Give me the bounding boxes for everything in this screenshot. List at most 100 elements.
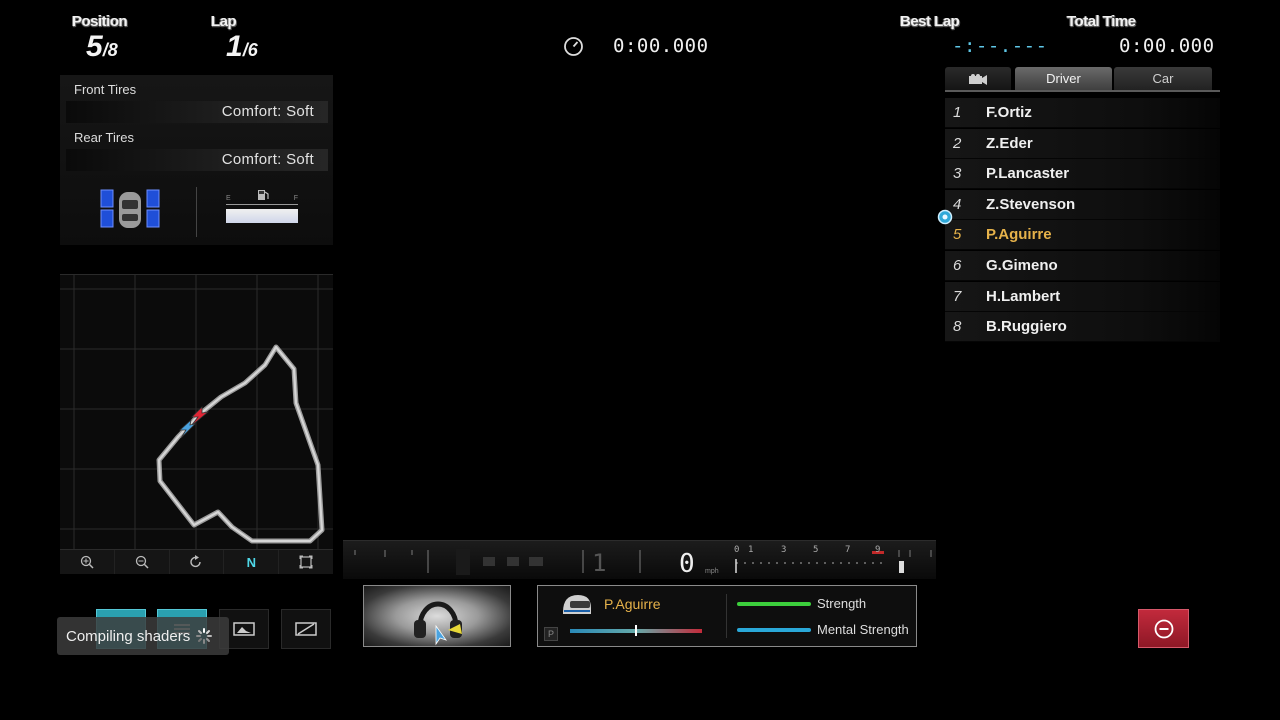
total-time-value: 0:00.000 bbox=[1119, 35, 1215, 57]
standings-driver-name: P.Lancaster bbox=[986, 165, 1070, 183]
speed-unit: mph bbox=[705, 568, 719, 575]
rev-label: 0 bbox=[734, 545, 740, 555]
standings-row[interactable]: 2 Z.Eder bbox=[945, 128, 1220, 159]
tab-driver[interactable]: Driver bbox=[1015, 67, 1112, 90]
front-tires-label: Front Tires bbox=[74, 82, 137, 97]
rev-label: 1 bbox=[748, 545, 754, 555]
fuel-pump-icon bbox=[258, 190, 269, 200]
map-toolbar: N bbox=[60, 549, 333, 574]
standings-driver-name: H.Lambert bbox=[986, 287, 1061, 305]
rev-label: 5 bbox=[813, 545, 819, 555]
tab-underline bbox=[945, 90, 1220, 92]
tab-camera[interactable] bbox=[945, 67, 1011, 90]
stopwatch-icon bbox=[564, 37, 583, 56]
screen-layout-icon bbox=[233, 622, 255, 636]
rear-tires-label: Rear Tires bbox=[74, 130, 134, 145]
speed-readout: 0 bbox=[679, 549, 695, 579]
best-lap-value: -:--.--- bbox=[952, 35, 1048, 57]
toast-text: Compiling shaders bbox=[66, 627, 191, 645]
standings-row[interactable]: 8 B.Ruggiero bbox=[945, 312, 1220, 343]
standings-driver-name: B.Ruggiero bbox=[986, 318, 1067, 336]
standings-position: 4 bbox=[953, 195, 962, 213]
tire-panel-divider bbox=[196, 187, 197, 237]
standings-position: 5 bbox=[953, 226, 962, 244]
driver-panel-divider bbox=[726, 594, 727, 638]
standings-position: 2 bbox=[953, 134, 962, 152]
fuel-scale bbox=[226, 204, 298, 205]
stop-button[interactable] bbox=[1138, 609, 1189, 648]
position-label: Position bbox=[72, 13, 128, 30]
dashboard: 1 0 mph 013579 bbox=[343, 540, 936, 579]
track-map[interactable] bbox=[60, 274, 333, 550]
rotate-icon[interactable] bbox=[170, 550, 225, 574]
lap-value: 1/6 bbox=[226, 30, 258, 64]
zoom-out-icon[interactable] bbox=[115, 550, 170, 574]
standings-row[interactable]: 1 F.Ortiz bbox=[945, 98, 1220, 128]
race-hud: Position 5/8 Lap 1/6 0:00.000 Best Lap -… bbox=[0, 0, 1280, 720]
rear-tires-row: Comfort: Soft bbox=[66, 149, 328, 171]
standings-driver-name: Z.Stevenson bbox=[986, 195, 1076, 213]
lap-total: /6 bbox=[242, 40, 258, 60]
mental-strength-label: Mental Strength bbox=[817, 622, 909, 637]
front-tires-row: Comfort: Soft bbox=[66, 101, 328, 123]
camera-icon bbox=[969, 73, 987, 85]
rev-label: 7 bbox=[845, 545, 851, 555]
driver-status-panel: P.Aguirre P Strength Mental Strength bbox=[537, 585, 917, 647]
tire-panel: Front Tires Comfort: Soft Rear Tires Com… bbox=[60, 75, 333, 245]
standings-position: 3 bbox=[953, 165, 962, 183]
position-total: /8 bbox=[102, 40, 118, 60]
gear-indicator: 1 bbox=[592, 549, 607, 577]
standings-list: 1 F.Ortiz 2 Z.Eder 3 P.Lancaster 4 Z.Stevenson 5… bbox=[945, 98, 1220, 343]
rear-tires-compound: Comfort: Soft bbox=[221, 151, 314, 168]
screen-slash-icon bbox=[295, 622, 317, 636]
standings-driver-name: F.Ortiz bbox=[986, 104, 1032, 121]
cursor-indicator-icon bbox=[937, 209, 953, 225]
rev-label: 3 bbox=[781, 545, 787, 555]
fuel-level-bar bbox=[226, 209, 298, 223]
standings-driver-name: P.Aguirre bbox=[986, 226, 1052, 244]
track-map-canvas bbox=[60, 275, 333, 550]
position-value: 5/8 bbox=[86, 30, 118, 64]
standings-row[interactable]: 7 H.Lambert bbox=[945, 281, 1220, 312]
front-tires-compound: Comfort: Soft bbox=[221, 103, 314, 120]
fuel-empty-label: E bbox=[226, 195, 231, 202]
standings-row[interactable]: 5 P.Aguirre bbox=[945, 220, 1220, 251]
team-radio-button[interactable] bbox=[363, 585, 511, 647]
rev-label: 9 bbox=[875, 545, 881, 555]
fullscreen-icon[interactable] bbox=[279, 550, 333, 574]
position-number: 5 bbox=[86, 30, 103, 63]
fuel-full-label: F bbox=[293, 195, 298, 202]
standings-driver-name: G.Gimeno bbox=[986, 256, 1058, 274]
standings-row[interactable]: 4 Z.Stevenson bbox=[945, 189, 1220, 220]
fuel-gauge: E F bbox=[226, 188, 298, 232]
north-label: N bbox=[246, 554, 256, 570]
tab-car[interactable]: Car bbox=[1114, 67, 1212, 90]
helmet-icon bbox=[563, 595, 591, 614]
zoom-in-icon[interactable] bbox=[60, 550, 115, 574]
north-icon[interactable]: N bbox=[224, 550, 280, 574]
standings-driver-name: Z.Eder bbox=[986, 134, 1033, 152]
headset-icon bbox=[414, 601, 462, 646]
strength-bar bbox=[737, 602, 811, 606]
total-time-label: Total Time bbox=[1067, 13, 1136, 30]
compiling-shaders-toast: Compiling shaders bbox=[57, 617, 229, 655]
pit-indicator: P bbox=[544, 627, 558, 641]
mental-strength-bar bbox=[737, 628, 811, 632]
pace-marker bbox=[635, 625, 637, 636]
standings-row[interactable]: 6 G.Gimeno bbox=[945, 250, 1220, 281]
standings-position: 7 bbox=[953, 287, 962, 305]
standings-position: 6 bbox=[953, 256, 962, 274]
driver-name: P.Aguirre bbox=[604, 596, 661, 612]
lap-number: 1 bbox=[226, 30, 243, 63]
race-timer: 0:00.000 bbox=[613, 35, 709, 57]
strength-label: Strength bbox=[817, 596, 867, 611]
loading-spinner-icon bbox=[196, 628, 213, 644]
tire-wear-car-icon bbox=[100, 189, 160, 228]
lap-label: Lap bbox=[211, 13, 237, 30]
minus-circle-icon bbox=[1154, 619, 1173, 638]
standings-position: 8 bbox=[953, 318, 962, 336]
best-lap-label: Best Lap bbox=[900, 13, 960, 30]
standings-row[interactable]: 3 P.Lancaster bbox=[945, 159, 1220, 190]
standings-position: 1 bbox=[953, 104, 962, 121]
view-button-4[interactable] bbox=[281, 609, 331, 649]
